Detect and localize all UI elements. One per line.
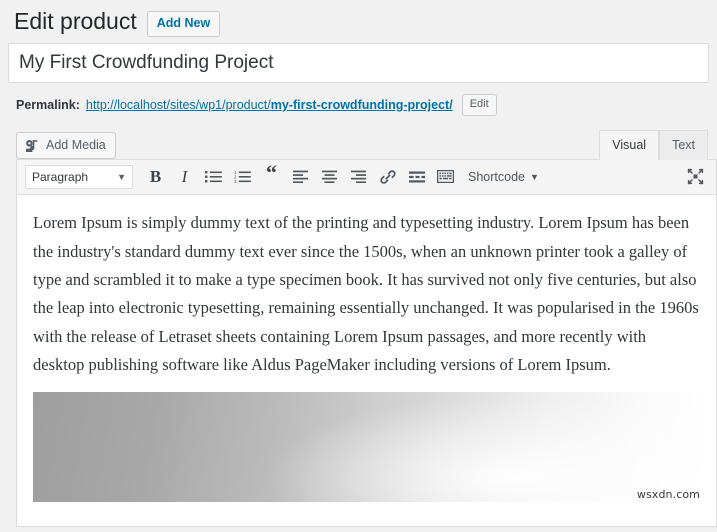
blockquote-button[interactable]: “ <box>257 162 286 190</box>
align-left-button[interactable] <box>286 164 315 190</box>
editor-content-area[interactable]: Lorem Ipsum is simply dummy text of the … <box>17 195 716 527</box>
permalink-base: http://localhost/sites/wp1/product/ <box>85 98 271 113</box>
read-more-icon <box>408 171 425 183</box>
link-icon <box>379 170 396 184</box>
svg-text:3: 3 <box>234 179 237 183</box>
align-right-icon <box>351 170 366 184</box>
numbered-list-icon: 1 2 3 <box>234 170 251 183</box>
toggle-toolbar-button[interactable] <box>431 164 460 190</box>
tab-text[interactable]: Text <box>659 130 708 161</box>
tab-visual[interactable]: Visual <box>599 130 660 161</box>
wordpress-edit-product-page: Edit product Add New Permalink: http://l… <box>0 0 717 532</box>
permalink-slug: my-first-crowdfunding-project/ <box>270 98 453 113</box>
post-title-input[interactable] <box>8 42 709 83</box>
paragraph-format-value: Paragraph <box>32 169 89 184</box>
shortcode-label: Shortcode <box>468 169 525 184</box>
add-new-button[interactable]: Add New <box>146 10 221 37</box>
image-watermark: wsxdn.com <box>636 487 700 501</box>
insert-read-more-button[interactable] <box>402 164 431 190</box>
align-left-icon <box>293 170 308 184</box>
editor-top-row: Add Media Visual Text <box>8 116 709 161</box>
keyboard-icon <box>437 170 454 184</box>
fullscreen-icon <box>687 169 704 185</box>
permalink-row: Permalink: http://localhost/sites/wp1/pr… <box>8 83 709 117</box>
shortcode-dropdown[interactable]: Shortcode ▼ <box>460 164 545 190</box>
align-center-button[interactable] <box>315 164 344 190</box>
editor-mode-tabs: Visual Text <box>599 129 708 161</box>
numbered-list-button[interactable]: 1 2 3 <box>228 164 257 190</box>
paragraph-format-select[interactable]: Paragraph ▼ <box>25 164 133 189</box>
align-right-button[interactable] <box>344 164 373 190</box>
permalink-link[interactable]: http://localhost/sites/wp1/product/my-fi… <box>86 98 453 112</box>
bold-button[interactable]: B <box>141 164 170 190</box>
content-paragraph: Lorem Ipsum is simply dummy text of the … <box>33 213 699 375</box>
page-title: Edit product <box>14 8 137 34</box>
edit-permalink-button[interactable]: Edit <box>461 93 497 117</box>
permalink-label: Permalink: <box>16 98 80 113</box>
bulleted-list-icon <box>205 171 222 183</box>
italic-button[interactable]: I <box>170 164 199 190</box>
add-media-label: Add Media <box>46 138 106 153</box>
chevron-down-icon: ▼ <box>117 171 126 182</box>
content-image[interactable]: wsxdn.com <box>33 391 702 502</box>
align-center-icon <box>322 170 337 184</box>
media-icon <box>25 139 41 153</box>
editor-container: Paragraph ▼ B I 1 2 3 “ Shortcode ▼ Lore… <box>16 159 717 528</box>
add-media-button[interactable]: Add Media <box>16 132 116 160</box>
chevron-down-icon: ▼ <box>529 171 539 182</box>
insert-link-button[interactable] <box>373 164 402 190</box>
bulleted-list-button[interactable] <box>199 164 228 190</box>
fullscreen-button[interactable] <box>681 164 710 190</box>
page-header: Edit product Add New <box>8 0 709 43</box>
editor-toolbar: Paragraph ▼ B I 1 2 3 “ Shortcode ▼ <box>17 160 716 196</box>
